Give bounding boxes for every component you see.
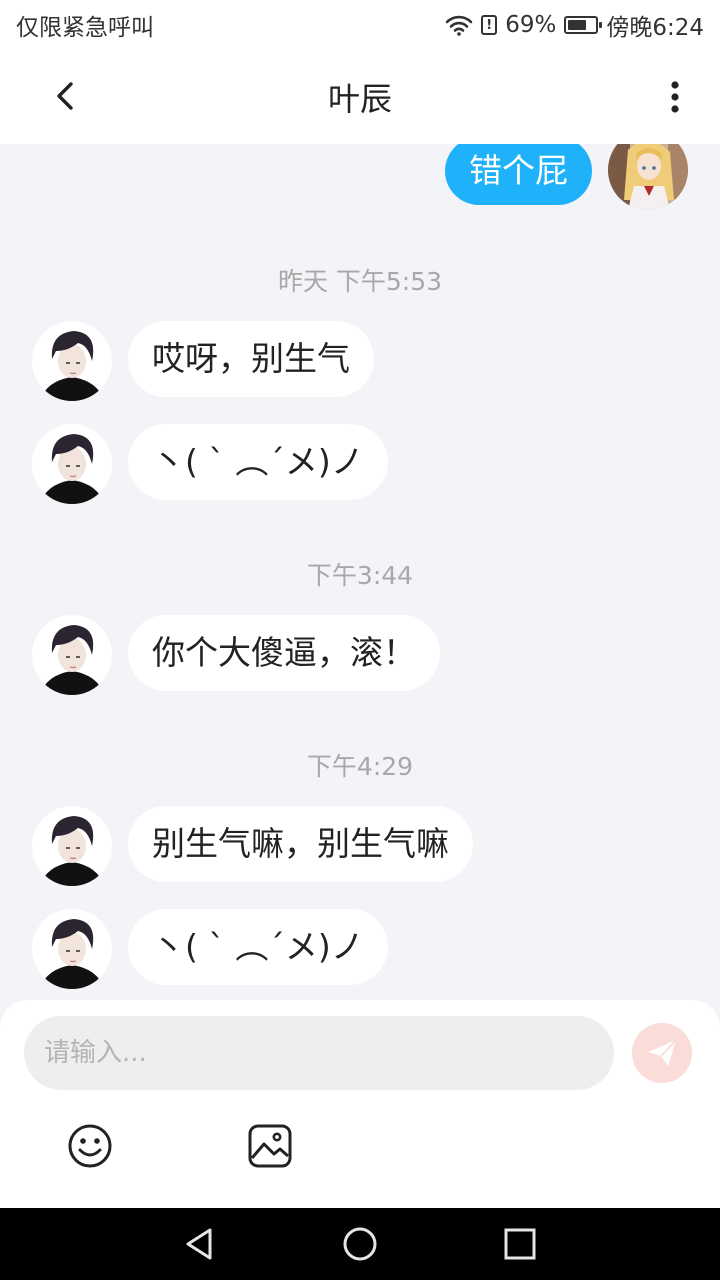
battery-icon (564, 16, 603, 34)
carrier-text: 仅限紧急呼叫 (16, 15, 154, 41)
wifi-icon (445, 15, 473, 36)
battery-percent: 69% (505, 12, 557, 38)
incoming-message-bubble[interactable]: 你个大傻逼，滚！ (128, 615, 440, 691)
composer-panel (0, 1000, 720, 1208)
sim-alert-icon: ! (481, 15, 498, 35)
contact-avatar[interactable] (32, 424, 112, 504)
timestamp: 下午4:29 (306, 752, 414, 781)
contact-avatar[interactable] (32, 615, 112, 695)
timestamp: 下午3:44 (306, 561, 414, 590)
message-list[interactable]: 错个屁 昨天 下午5:53 哎呀，别生气 丶(` ︵´メ)ノ 下午3:44 你… (0, 144, 720, 1000)
contact-avatar[interactable] (32, 806, 112, 886)
battery-level-fill (568, 20, 587, 30)
triangle-back-icon (186, 1228, 212, 1260)
incoming-message-bubble[interactable]: 哎呀，别生气 (128, 321, 374, 397)
status-indicators: ! 69% 傍晚6:24 (445, 8, 704, 42)
timestamp: 昨天 下午5:53 (277, 267, 443, 296)
more-options-button[interactable] (660, 76, 690, 120)
nav-home-button[interactable] (340, 1224, 380, 1264)
emoji-icon (68, 1124, 112, 1168)
incoming-message-bubble[interactable]: 丶( ` ︵´メ)ノ (128, 424, 388, 500)
dark-hair-man-avatar-image (32, 424, 112, 504)
send-icon (648, 1039, 677, 1066)
back-button[interactable] (44, 74, 88, 118)
chat-header: 叶辰 (0, 50, 720, 144)
dark-hair-man-avatar-image (32, 321, 112, 401)
image-icon (248, 1124, 292, 1168)
chevron-left-icon (57, 82, 73, 110)
contact-avatar[interactable] (32, 321, 112, 401)
incoming-message-bubble[interactable]: 别生气嘛，别生气嘛 (128, 806, 473, 882)
nav-recents-button[interactable] (500, 1224, 540, 1264)
dark-hair-man-avatar-image (32, 909, 112, 989)
circle-home-icon (343, 1227, 377, 1261)
incoming-message-bubble[interactable]: 丶( ` ︵´メ)ノ (128, 909, 388, 985)
dark-hair-man-avatar-image (32, 615, 112, 695)
image-button[interactable] (246, 1122, 294, 1170)
message-input[interactable] (24, 1016, 614, 1090)
page-title: 叶辰 (327, 80, 392, 118)
more-vertical-icon (671, 81, 679, 113)
nav-back-button[interactable] (180, 1224, 220, 1264)
my-avatar[interactable] (608, 144, 688, 210)
status-bar: 仅限紧急呼叫 ! 69% 傍晚6:24 (0, 0, 720, 50)
dark-hair-man-avatar-image (32, 806, 112, 886)
system-navigation-bar (0, 1208, 720, 1280)
outgoing-message-bubble[interactable]: 错个屁 (445, 144, 592, 205)
square-recents-icon (504, 1228, 536, 1260)
anime-girl-avatar-image (608, 144, 688, 210)
clock: 傍晚6:24 (606, 15, 704, 41)
contact-avatar[interactable] (32, 909, 112, 989)
emoji-button[interactable] (66, 1122, 114, 1170)
send-button[interactable] (632, 1023, 692, 1083)
